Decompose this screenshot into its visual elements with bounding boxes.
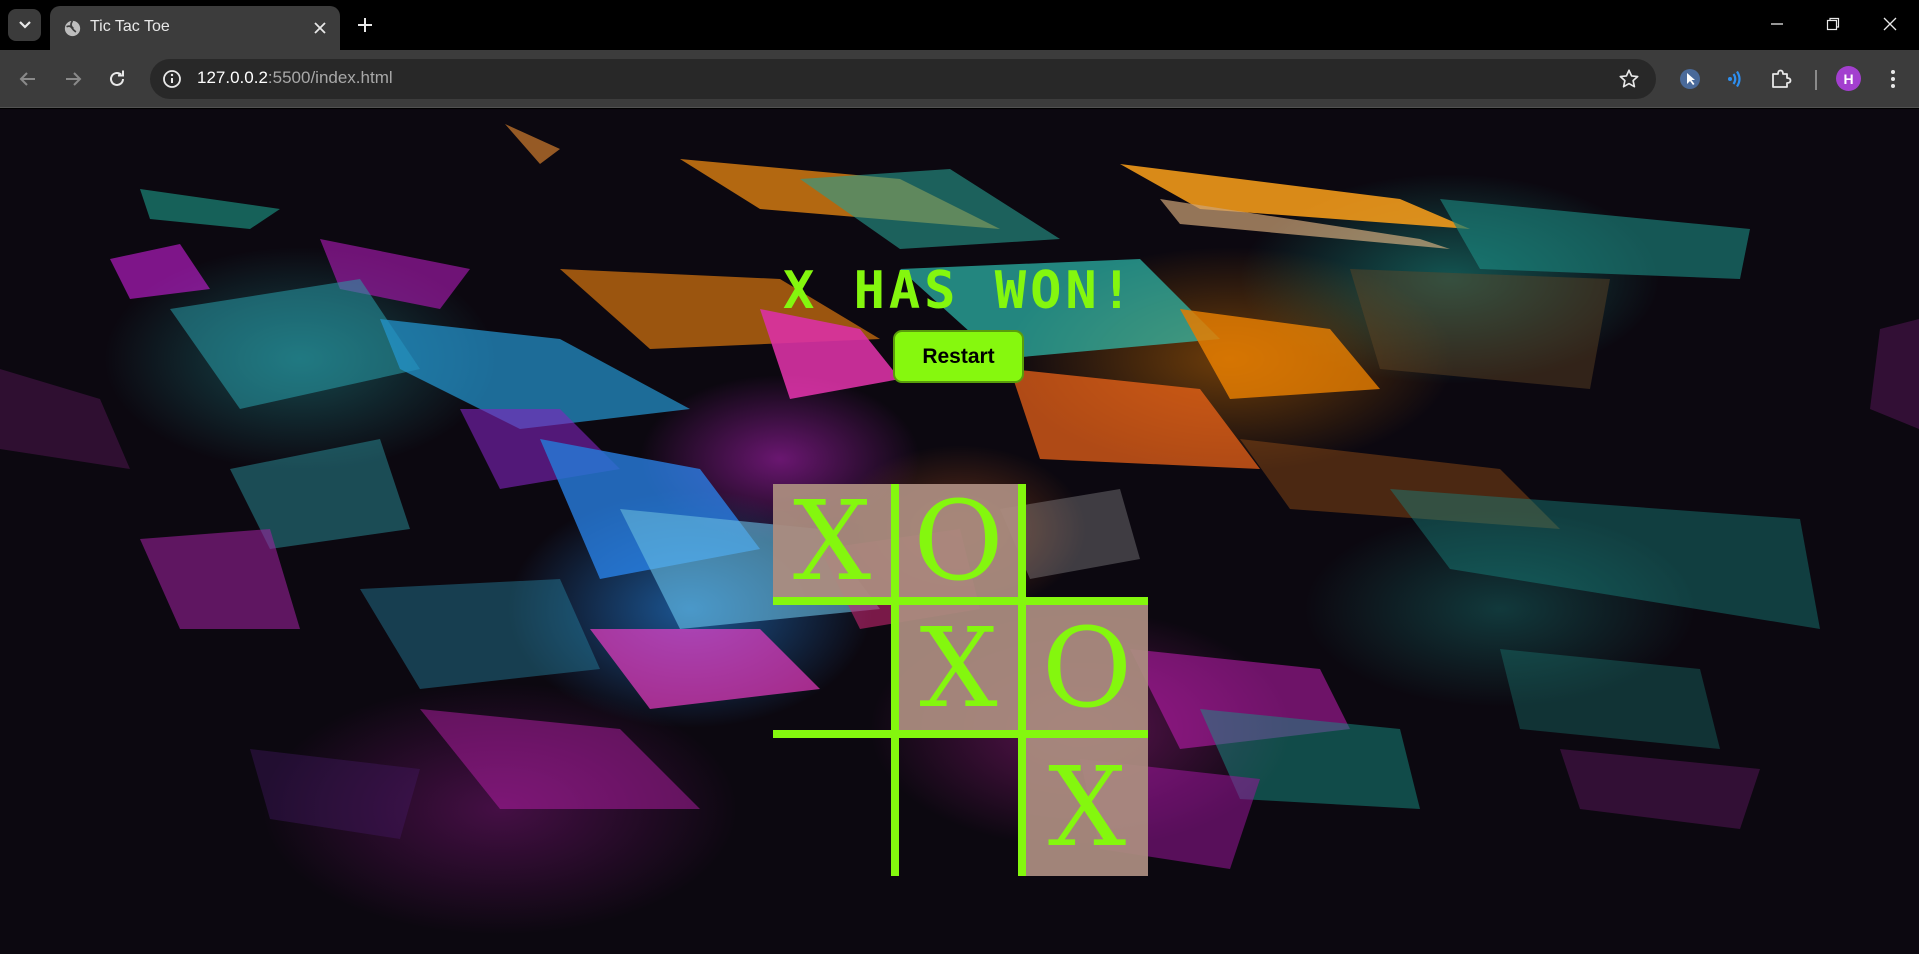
browser-toolbar: 127.0.0.2:5500/index.html (0, 50, 1919, 108)
plus-icon (358, 18, 372, 32)
reload-icon (110, 70, 124, 86)
back-button[interactable] (12, 63, 44, 95)
tab-close-button[interactable] (310, 18, 330, 38)
tab-search-button[interactable] (8, 9, 41, 41)
restart-button[interactable]: Restart (893, 330, 1024, 383)
bookmark-star-icon[interactable] (1618, 68, 1640, 90)
url-text: 127.0.0.2:5500/index.html (197, 68, 393, 88)
page-viewport: X HAS WON! Restart X O X O X (0, 109, 1919, 954)
more-vertical-icon (1891, 70, 1895, 88)
chevron-down-icon (18, 21, 31, 29)
profile-avatar[interactable]: H (1836, 66, 1861, 91)
globe-icon (64, 20, 81, 37)
minimize-button[interactable] (1759, 8, 1795, 40)
new-tab-button[interactable] (352, 12, 378, 38)
tab-bar: Tic Tac Toe (0, 0, 1919, 50)
restore-button[interactable] (1815, 8, 1851, 40)
board-cell-7[interactable] (891, 738, 1018, 876)
url-path: :5500/index.html (267, 68, 393, 87)
board-cell-8[interactable]: X (1018, 738, 1148, 876)
board-cell-4[interactable]: X (891, 605, 1018, 738)
close-icon (314, 22, 326, 34)
reload-button[interactable] (101, 63, 133, 95)
site-info-icon[interactable] (162, 69, 182, 89)
address-bar[interactable]: 127.0.0.2:5500/index.html (150, 59, 1656, 99)
arrow-right-icon (66, 72, 82, 86)
url-host: 127.0.0.2 (197, 68, 268, 87)
board-cell-2[interactable] (1018, 484, 1148, 605)
board-cell-5[interactable]: O (1018, 605, 1148, 738)
arrow-left-icon (19, 72, 35, 86)
close-window-button[interactable] (1872, 8, 1908, 40)
tab-title: Tic Tac Toe (90, 18, 170, 35)
toolbar-separator (1815, 70, 1817, 90)
extensions-button[interactable] (1768, 66, 1794, 92)
cursor-extension-icon (1680, 69, 1700, 89)
minimize-icon (1771, 23, 1783, 25)
board-cell-1[interactable]: O (891, 484, 1018, 605)
browser-tab[interactable]: Tic Tac Toe (50, 6, 340, 50)
restore-icon (1826, 17, 1840, 31)
puzzle-icon (1772, 69, 1792, 88)
board-cell-6[interactable] (773, 738, 891, 876)
menu-button[interactable] (1880, 66, 1906, 92)
board-cell-0[interactable]: X (773, 484, 891, 605)
game-board: X O X O X (773, 484, 1148, 876)
extension-wireless-button[interactable] (1722, 66, 1748, 92)
game-status-text: X HAS WON! (782, 261, 1137, 321)
extension-cursor-button[interactable] (1677, 66, 1703, 92)
forward-button[interactable] (57, 63, 89, 95)
board-cell-3[interactable] (773, 605, 891, 738)
wireless-icon (1728, 70, 1741, 88)
close-icon (1883, 17, 1897, 31)
